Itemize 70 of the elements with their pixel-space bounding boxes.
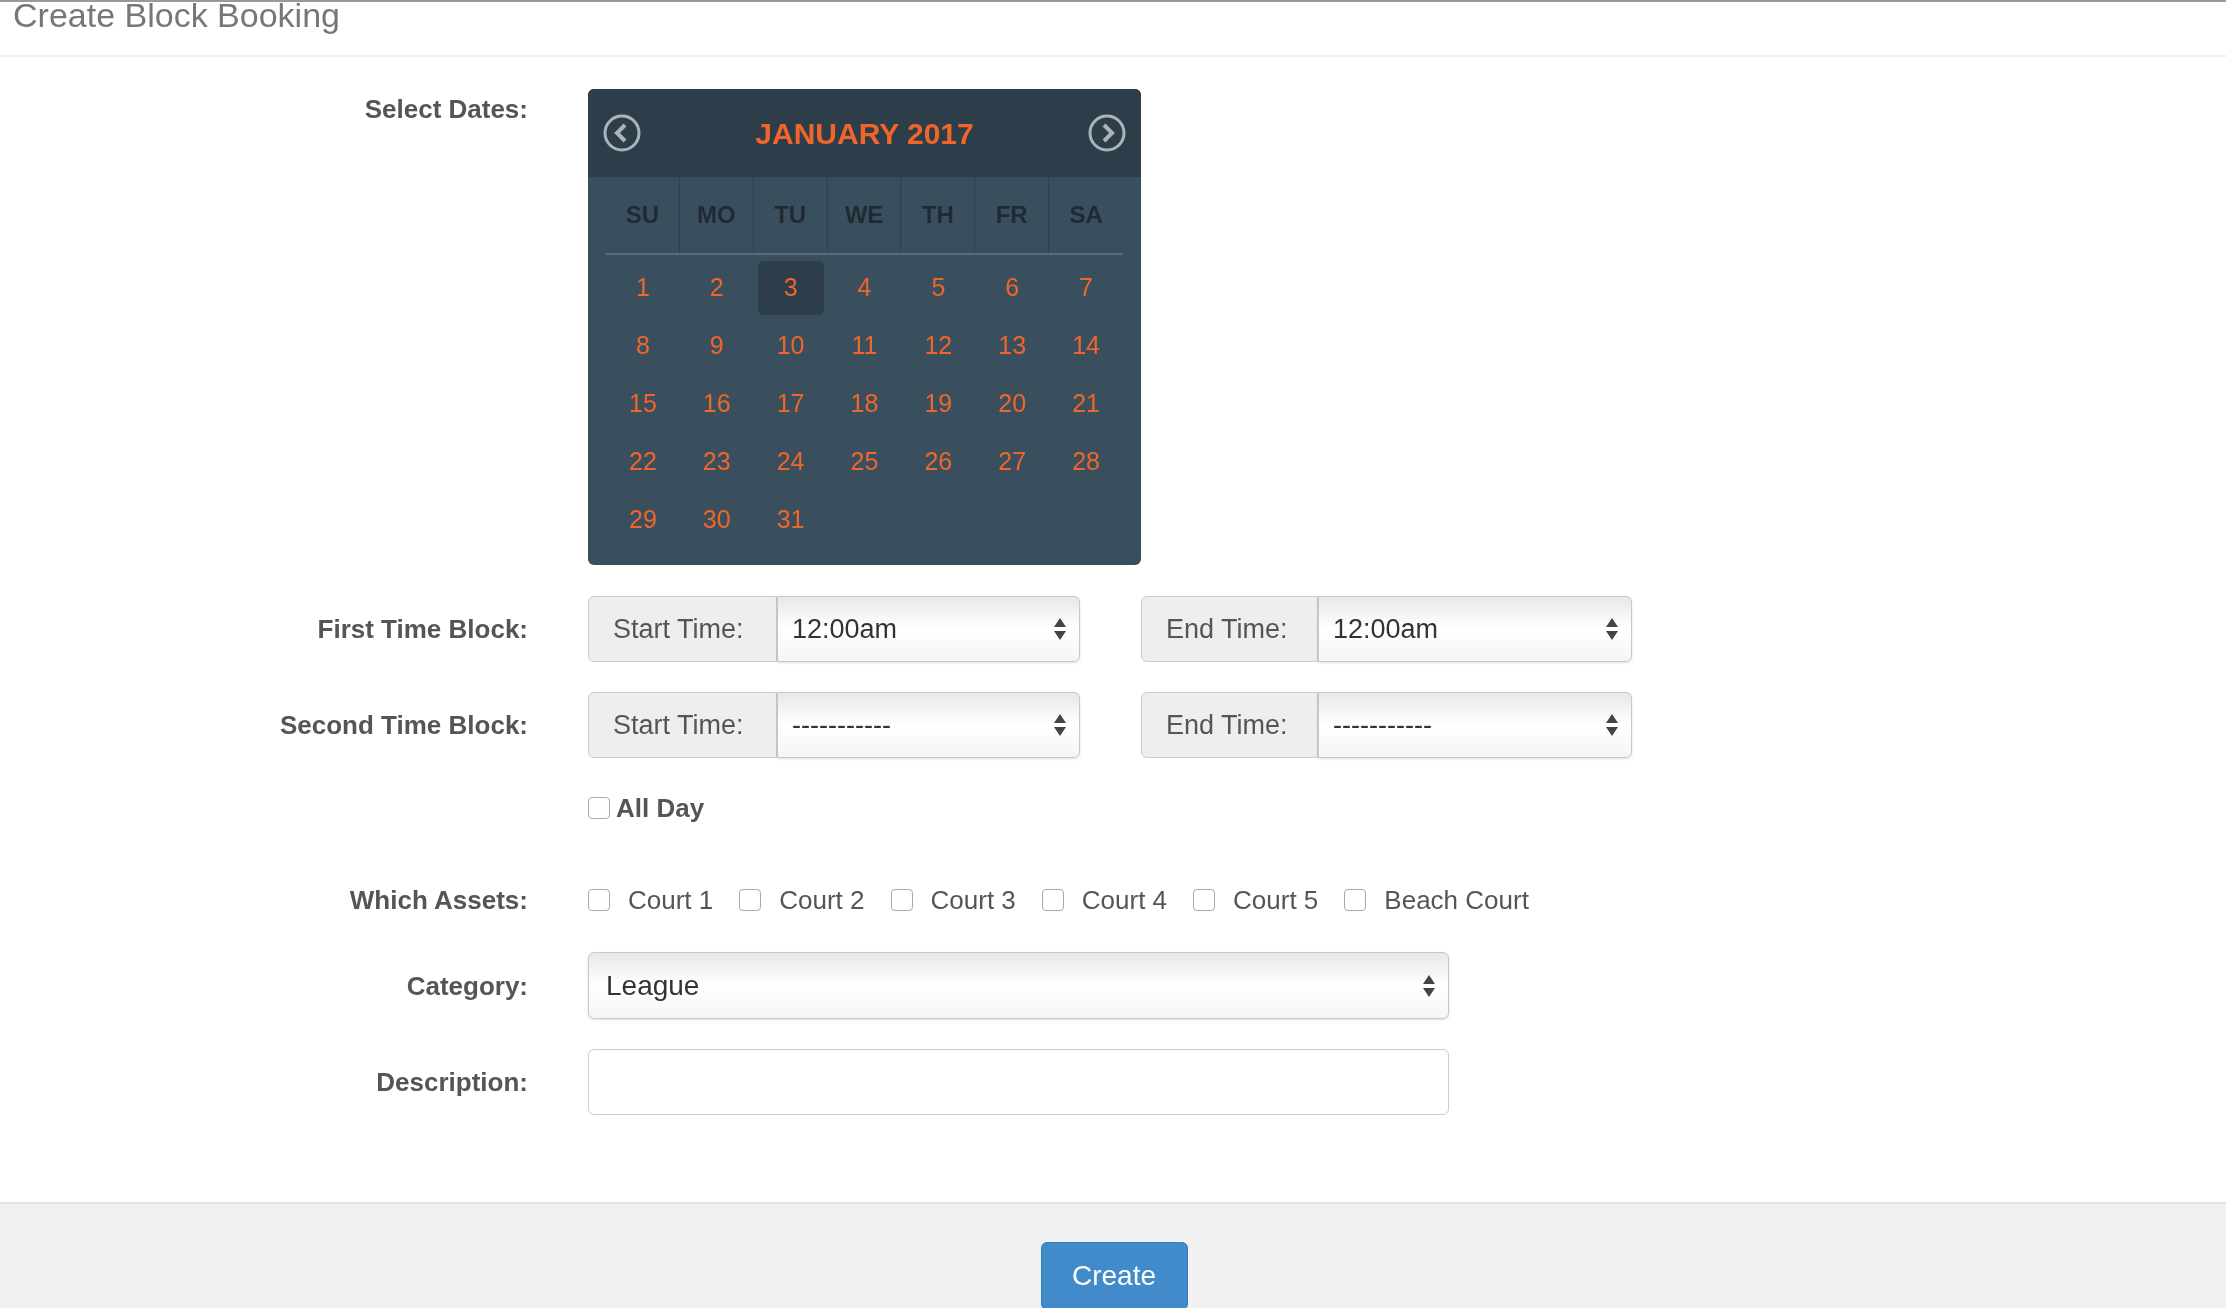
calendar-day[interactable]: 28 [1053, 435, 1120, 489]
calendar-day[interactable]: 8 [609, 319, 676, 373]
field-label: Select Dates: [364, 93, 528, 126]
select-arrows-icon [1605, 712, 1619, 738]
checkbox-label: Court 5 [1233, 883, 1319, 917]
time-select[interactable]: 12:00am [777, 596, 1080, 662]
previous-month-icon[interactable] [602, 113, 642, 153]
calendar-day[interactable]: 27 [979, 435, 1046, 489]
calendar-day[interactable]: 29 [609, 493, 676, 547]
field-label: Category: [406, 969, 528, 1003]
checkbox-label: Court 2 [779, 883, 865, 917]
calendar-day[interactable]: 3 [757, 261, 824, 315]
field-label: Description: [376, 1066, 528, 1099]
calendar-day[interactable]: 10 [757, 319, 824, 373]
calendar-day[interactable]: 17 [757, 377, 824, 431]
time-select[interactable]: 12:00am [1318, 596, 1632, 662]
select-arrows-icon [1053, 616, 1067, 642]
calendar-day[interactable]: 5 [905, 261, 972, 315]
calendar-day[interactable]: 22 [609, 435, 676, 489]
checkbox-label: Court 4 [1081, 883, 1168, 917]
calendar-day[interactable]: 26 [905, 435, 972, 489]
checkbox-label: Court 1 [628, 883, 714, 917]
calendar-day[interactable]: 20 [979, 377, 1046, 431]
select-arrows-icon [1053, 712, 1067, 738]
calendar-day[interactable]: 2 [683, 261, 750, 315]
calendar-day[interactable]: 23 [683, 435, 750, 489]
time-addon: Start Time: [588, 692, 777, 758]
calendar-day[interactable]: 9 [683, 319, 750, 373]
checkbox[interactable] [588, 889, 610, 911]
calendar-day[interactable]: 7 [1053, 261, 1120, 315]
checkbox[interactable] [588, 797, 610, 819]
checkbox[interactable] [1344, 889, 1367, 911]
calendar-day[interactable]: 31 [757, 493, 824, 547]
month-title: JANUARY 2017 [755, 115, 974, 152]
time-select[interactable]: ----------- [1318, 692, 1632, 758]
calendar-day[interactable]: 24 [757, 435, 824, 489]
field-label: First Time Block: [317, 613, 528, 646]
calendar-day[interactable]: 14 [1053, 319, 1120, 373]
checkbox[interactable] [1193, 889, 1216, 911]
time-select[interactable]: ----------- [777, 692, 1080, 758]
calendar-day[interactable]: 4 [831, 261, 898, 315]
calendar-day[interactable]: 15 [609, 377, 676, 431]
checkbox[interactable] [890, 889, 913, 911]
page-title: Create Block Booking [13, 0, 340, 34]
checkbox[interactable] [1041, 889, 1064, 911]
calendar-day[interactable]: 13 [979, 319, 1046, 373]
checkbox-label: Court 3 [930, 883, 1016, 917]
calendar-day[interactable]: 16 [683, 377, 750, 431]
calendar-day[interactable]: 19 [905, 377, 972, 431]
calendar-day[interactable]: 30 [683, 493, 750, 547]
calendar-day[interactable]: 11 [831, 319, 898, 373]
calendar-day[interactable]: 25 [831, 435, 898, 489]
field-label: Which Assets: [349, 884, 528, 917]
description-field[interactable] [588, 1049, 1449, 1115]
time-addon: Start Time: [588, 596, 777, 662]
time-addon: End Time: [1141, 692, 1318, 758]
create-button[interactable]: Create [1040, 1242, 1188, 1308]
checkbox[interactable] [739, 889, 762, 911]
select-arrows-icon [1605, 616, 1619, 642]
field-label: Second Time Block: [279, 709, 528, 742]
calendar-day[interactable]: 12 [905, 319, 972, 373]
calendar-day[interactable]: 1 [609, 261, 676, 315]
checkbox-label: All Day [616, 791, 705, 825]
time-addon: End Time: [1141, 596, 1318, 662]
calendar-day[interactable]: 6 [979, 261, 1046, 315]
category-select[interactable]: League [588, 952, 1449, 1019]
checkbox-label: Beach Court [1384, 883, 1529, 917]
next-month-icon[interactable] [1087, 113, 1127, 153]
calendar-day[interactable]: 21 [1053, 377, 1120, 431]
calendar-day[interactable]: 18 [831, 377, 898, 431]
